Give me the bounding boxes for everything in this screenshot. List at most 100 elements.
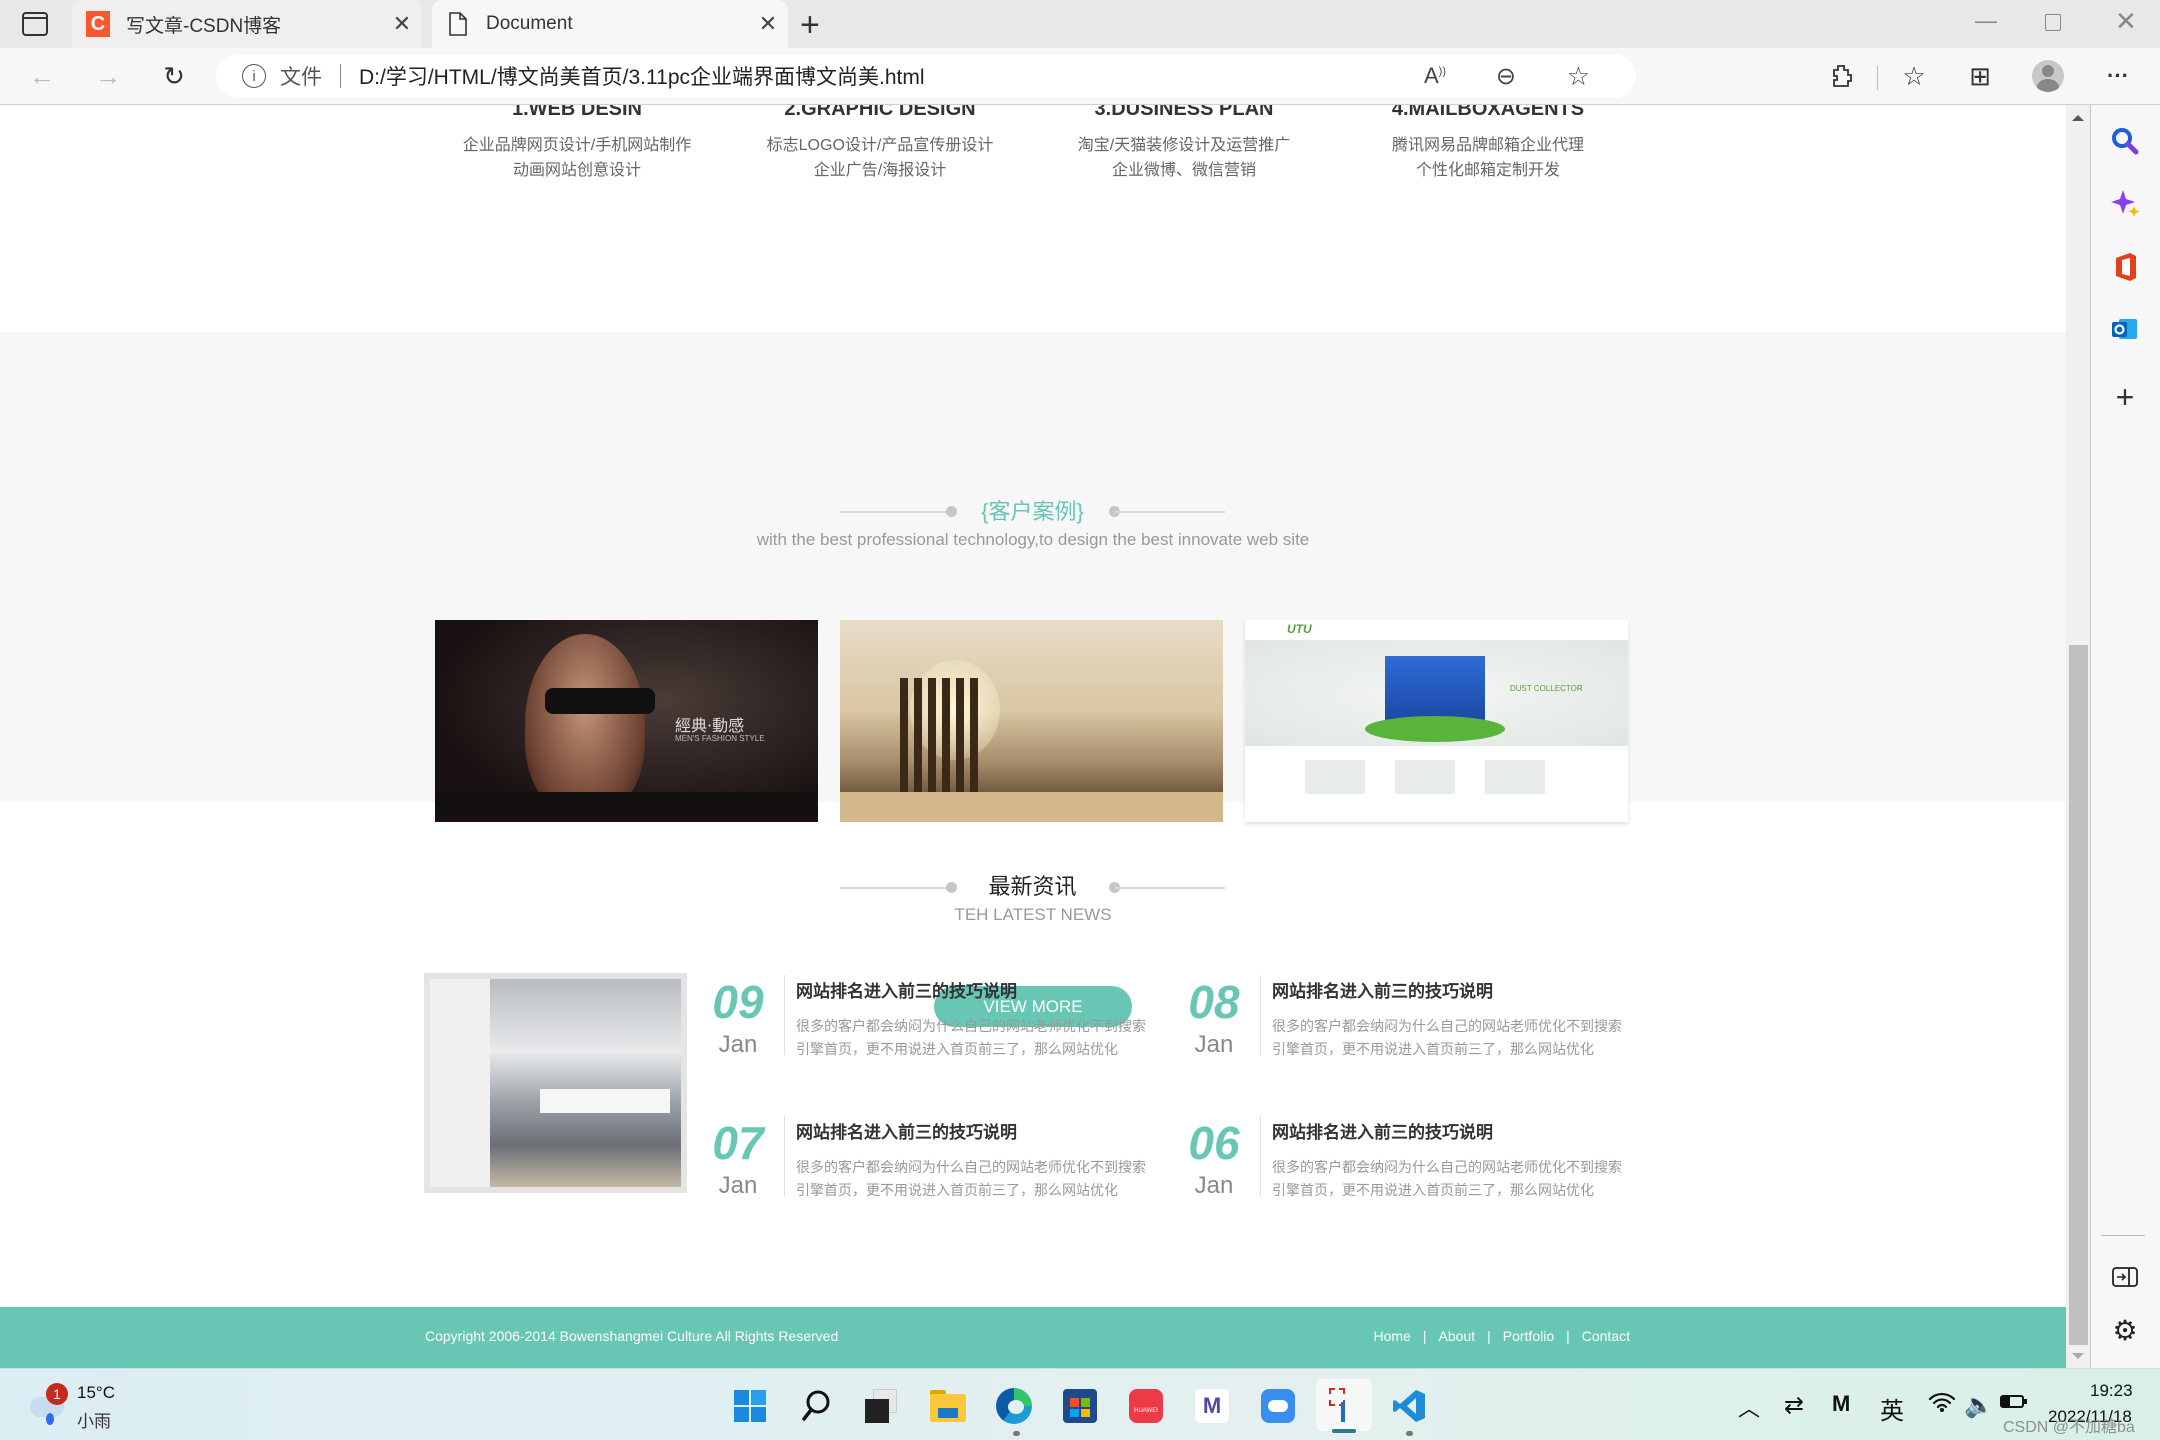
extensions-icon[interactable] <box>1822 56 1862 96</box>
footer-link-portfolio[interactable]: Portfolio <box>1503 1328 1554 1344</box>
news-day: 07 <box>712 1117 764 1169</box>
news-item-title[interactable]: 网站排名进入前三的技巧说明 <box>796 977 1017 1002</box>
security-label: 文件 <box>280 66 322 89</box>
weather-widget[interactable]: 1 <box>26 1383 70 1427</box>
footer-links: Home | About | Portfolio | Contact <box>1374 1328 1630 1344</box>
snipping-tool-icon[interactable] <box>1316 1379 1372 1433</box>
edge-icon[interactable] <box>991 1383 1037 1429</box>
title-dot-left <box>946 882 957 893</box>
minimize-button[interactable]: — <box>1975 8 1997 34</box>
more-icon[interactable]: ··· <box>2098 56 2138 96</box>
close-tab-icon[interactable]: ✕ <box>382 11 422 37</box>
refresh-button[interactable]: ↻ <box>154 56 194 96</box>
wall-panel <box>430 979 490 1187</box>
info-icon[interactable]: i <box>242 64 266 88</box>
zoom-out-icon[interactable]: ⊖ <box>1496 62 1516 91</box>
tab-actions-icon[interactable] <box>22 12 48 36</box>
profile-icon[interactable] <box>2028 56 2068 96</box>
restore-button[interactable] <box>2045 14 2061 31</box>
footer-link-home[interactable]: Home <box>1374 1328 1411 1344</box>
toggle-icon[interactable]: ⇄ <box>1784 1391 1804 1420</box>
scroll-up-arrow-icon[interactable] <box>2072 115 2084 121</box>
divider <box>340 64 341 88</box>
forward-button[interactable]: → <box>88 56 128 96</box>
page-viewport: 1.WEB DESIN 企业品牌网页设计/手机网站制作 动画网站创意设计 2.GR… <box>0 105 2066 1368</box>
news-day: 09 <box>712 976 764 1028</box>
news-month: Jan <box>718 1172 758 1199</box>
add-favorite-icon[interactable]: ☆ <box>1567 61 1590 92</box>
footer-link-about[interactable]: About <box>1439 1328 1476 1344</box>
service-desc: 腾讯网易品牌邮箱企业代理 个性化邮箱定制开发 <box>1391 137 1584 179</box>
address-bar[interactable]: i 文件 D:/学习/HTML/博文尚美首页/3.11pc企业端界面博文尚美.h… <box>216 54 1636 98</box>
case-caption-en: DUST COLLECTOR <box>1510 684 1583 693</box>
service-item: 1.WEB DESIN 企业品牌网页设计/手机网站制作 动画网站创意设计 <box>427 105 727 183</box>
news-item-title[interactable]: 网站排名进入前三的技巧说明 <box>796 1118 1017 1143</box>
grass-shape <box>1365 716 1505 742</box>
running-indicator <box>1013 1431 1020 1436</box>
copilot-icon[interactable] <box>2103 181 2147 225</box>
url-text[interactable]: D:/学习/HTML/博文尚美首页/3.11pc企业端界面博文尚美.html <box>359 61 925 91</box>
store-icon[interactable] <box>1057 1383 1103 1429</box>
cloud-drive-icon[interactable] <box>1255 1383 1301 1429</box>
search-icon[interactable] <box>2103 119 2147 163</box>
title-line-left <box>840 511 950 513</box>
case-caption-en: MEN'S FASHION STYLE <box>675 734 765 743</box>
toolbar-divider <box>1877 66 1878 90</box>
settings-icon[interactable]: ⚙ <box>2103 1308 2147 1352</box>
news-item[interactable]: 09 Jan 网站排名进入前三的技巧说明 很多的客户都会纳闷为什么自己的网站老师… <box>706 975 1166 1075</box>
case-image-industrial[interactable]: UTU DUST COLLECTOR <box>1245 620 1628 822</box>
news-item[interactable]: 08 Jan 网站排名进入前三的技巧说明 很多的客户都会纳闷为什么自己的网站老师… <box>1182 975 1642 1075</box>
file-explorer-icon[interactable] <box>925 1383 971 1429</box>
sunglasses-shape <box>545 688 655 714</box>
tab-csdn[interactable]: C 写文章-CSDN博客 ✕ <box>72 0 422 48</box>
news-item-title[interactable]: 网站排名进入前三的技巧说明 <box>1272 977 1493 1002</box>
close-tab-icon[interactable]: ✕ <box>748 11 788 37</box>
wifi-icon[interactable] <box>1928 1391 1956 1420</box>
show-hidden-icons-icon[interactable]: ︿ <box>1738 1391 1760 1423</box>
battery-icon[interactable] <box>2000 1391 2027 1408</box>
case-caption: 經典·動感 <box>675 716 745 735</box>
new-tab-button[interactable]: + <box>800 6 820 45</box>
mindmaster-icon[interactable]: M <box>1189 1383 1235 1429</box>
csdn-watermark: CSDN @不加糖ba <box>2003 1419 2135 1436</box>
page-scrollbar[interactable] <box>2066 105 2091 1368</box>
tab-document[interactable]: Document ✕ <box>432 0 788 48</box>
start-icon[interactable] <box>727 1383 773 1429</box>
tab-bar: C 写文章-CSDN博客 ✕ Document ✕ + — ✕ <box>0 0 2160 48</box>
close-window-button[interactable]: ✕ <box>2115 6 2137 37</box>
office-icon[interactable] <box>2103 245 2147 289</box>
favorites-icon[interactable]: ☆ <box>1894 56 1934 96</box>
ime-indicator[interactable]: 英 <box>1880 1391 1904 1426</box>
footer-link-contact[interactable]: Contact <box>1582 1328 1630 1344</box>
news-item[interactable]: 06 Jan 网站排名进入前三的技巧说明 很多的客户都会纳闷为什么自己的网站老师… <box>1182 1116 1642 1216</box>
desk-shape <box>540 1089 670 1113</box>
weather-temp: 15°C <box>77 1383 115 1402</box>
add-icon[interactable]: + <box>2103 375 2147 419</box>
news-item-title[interactable]: 网站排名进入前三的技巧说明 <box>1272 1118 1493 1143</box>
notification-badge: 1 <box>46 1383 68 1405</box>
read-aloud-icon[interactable]: A)) <box>1424 63 1446 89</box>
huawei-appgallery-icon[interactable]: HUAWEI <box>1123 1383 1169 1429</box>
news-image[interactable] <box>424 973 687 1193</box>
title-line-left <box>840 887 950 889</box>
news-item[interactable]: 07 Jan 网站排名进入前三的技巧说明 很多的客户都会纳闷为什么自己的网站老师… <box>706 1116 1166 1216</box>
collections-icon[interactable]: ⊞ <box>1960 56 2000 96</box>
back-button[interactable]: ← <box>22 56 62 96</box>
news-divider <box>1260 1116 1261 1196</box>
scrollbar-thumb[interactable] <box>2069 645 2088 1345</box>
mindmaster-tray-icon[interactable]: M <box>1832 1391 1850 1417</box>
scroll-down-arrow-icon[interactable] <box>2072 1353 2084 1359</box>
outlook-icon[interactable] <box>2103 307 2147 351</box>
vscode-icon[interactable] <box>1386 1383 1432 1429</box>
site-nav-strip <box>840 792 1223 822</box>
volume-icon[interactable]: 🔈 <box>1964 1391 1994 1420</box>
model-figure <box>525 634 645 814</box>
split-screen-icon[interactable] <box>2103 1255 2147 1299</box>
task-view-icon[interactable] <box>859 1383 905 1429</box>
search-icon[interactable] <box>793 1383 839 1429</box>
case-image-fashion[interactable]: 經典·動感 MEN'S FASHION STYLE <box>435 620 818 822</box>
case-image-resort[interactable] <box>840 620 1223 822</box>
footer-separator: | <box>1487 1328 1491 1344</box>
news-month: Jan <box>1194 1031 1234 1058</box>
clock-time[interactable]: 19:23 <box>2090 1381 2133 1401</box>
